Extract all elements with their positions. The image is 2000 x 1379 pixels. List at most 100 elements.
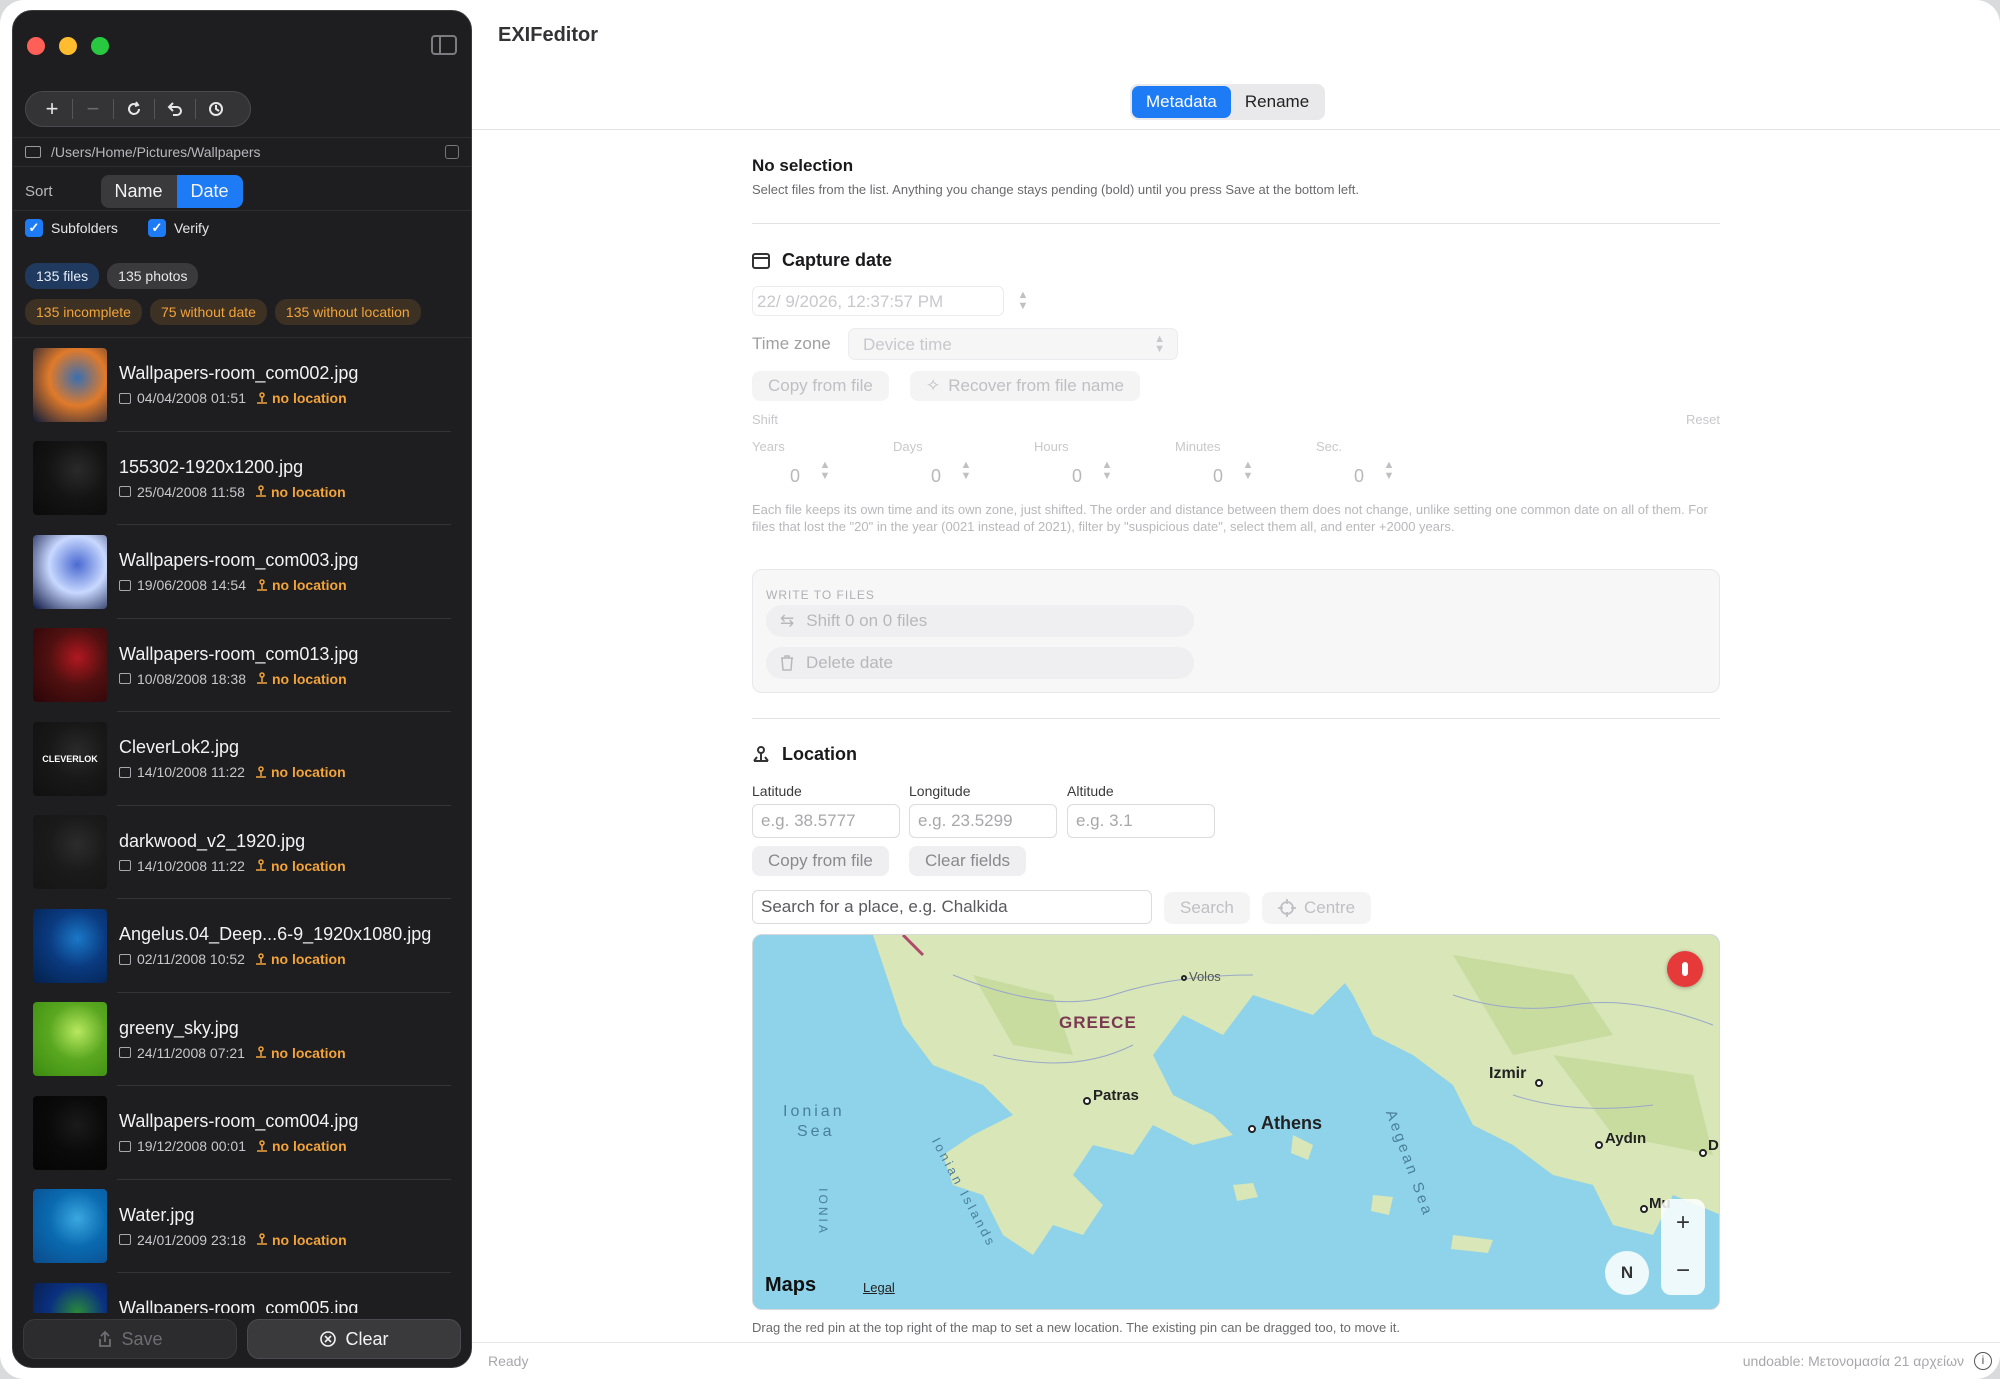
zoom-in-button[interactable]: + [1676,1209,1690,1237]
shift-field-value[interactable]: 0 [931,466,941,487]
files-count-chip[interactable]: 135 files [25,263,100,289]
shift-note: Each file keeps its own time and its own… [752,502,1708,534]
header-divider [472,129,2000,130]
save-button[interactable]: Save [23,1319,237,1359]
tab-rename[interactable]: Rename [1231,86,1323,118]
without-location-chip[interactable]: 135 without location [274,299,421,325]
add-icon[interactable]: + [32,94,72,124]
remove-icon[interactable]: − [73,94,113,124]
shift-stepper-icon[interactable]: ▲ ▼ [818,460,832,484]
location-pin-icon [255,485,266,497]
file-list-item[interactable]: Wallpapers-room_com003.jpg 19/06/2008 14:… [13,525,471,619]
altitude-field[interactable]: e.g. 3.1 [1067,804,1215,838]
shift-stepper-icon[interactable]: ▲ ▼ [1241,460,1255,484]
longitude-field[interactable]: e.g. 23.5299 [909,804,1057,838]
map-city-dot [1640,1205,1648,1213]
info-icon[interactable]: i [1974,1352,1992,1370]
file-date: 25/04/2008 11:58 [137,483,245,500]
shift-field-value[interactable]: 0 [790,466,800,487]
file-thumbnail: CLEVERLOK [33,721,107,796]
shift-field-label: Days [893,439,923,454]
calendar-icon [752,252,770,269]
zoom-window-button[interactable] [91,37,109,55]
new-location-pin-icon[interactable] [1667,951,1703,987]
recover-from-file-name-button[interactable]: ✧ Recover from file name [910,371,1140,401]
location-map[interactable]: Volos GREECE Patras Athens Izmir Aydın M… [752,934,1720,1310]
folder-path-bar: /Users/Home/Pictures/Wallpapers [13,137,471,167]
shift-stepper-icon[interactable]: ▲ ▼ [959,460,973,484]
shift-stepper-icon[interactable]: ▲ ▼ [1382,460,1396,484]
sort-label: Sort [25,183,53,200]
file-list-item[interactable]: darkwood_v2_1920.jpg 14/10/2008 11:22 no l… [13,806,471,900]
verify-label: Verify [173,220,209,236]
shift-field-value[interactable]: 0 [1213,466,1223,487]
date-copy-from-file-button[interactable]: Copy from file [752,371,889,401]
file-list-item[interactable]: Wallpapers-room_com002.jpg 04/04/2008 01:… [13,338,471,432]
file-name: Angelus.04_Deep...6-9_1920x1080.jpg [119,924,432,945]
shift-reset-button[interactable]: Reset [1686,412,1720,427]
shift-field-value[interactable]: 0 [1354,466,1364,487]
search-button[interactable]: Search [1164,892,1250,924]
refresh-icon[interactable] [114,94,154,124]
timezone-select[interactable]: Device time ▲ ▼ [848,328,1178,360]
clear-button[interactable]: Clear [247,1319,461,1359]
date-stepper-icon[interactable]: ▲ ▼ [1016,290,1030,314]
file-list-item[interactable]: 155302-1920x1200.jpg 25/04/2008 11:58 no l… [13,432,471,526]
altitude-label: Altitude [1067,783,1114,799]
undo-status-text: undoable: Μετονομασία 21 αρχείων [1742,1353,1964,1369]
latitude-field[interactable]: e.g. 38.5777 [752,804,900,838]
compass-icon[interactable]: N [1605,1251,1649,1295]
minimize-window-button[interactable] [59,37,77,55]
sort-by-name-button[interactable]: Name [101,175,177,208]
location-pin-icon [257,579,267,591]
incomplete-chip[interactable]: 135 incomplete [25,299,142,325]
shift-field-label: Years [752,439,785,454]
file-thumbnail [33,815,107,890]
file-list-item[interactable]: CLEVERLOK CleverLok2.jpg 14/10/2008 11:22 n… [13,712,471,806]
sort-by-date-button[interactable]: Date [176,175,243,208]
location-pin-icon [255,953,266,965]
map-legal-link[interactable]: Legal [863,1280,895,1295]
calendar-icon [119,1047,131,1059]
reveal-in-finder-icon[interactable] [445,145,459,159]
subfolders-checkbox[interactable]: ✓ [25,219,43,237]
delete-date-button[interactable]: Delete date [766,647,1194,679]
no-location-label: no location [272,390,347,407]
undo-icon[interactable] [155,94,195,124]
capture-date-heading: Capture date [752,250,892,271]
sidebar-toggle-icon[interactable] [431,35,457,55]
file-list-item[interactable]: greeny_sky.jpg 24/11/2008 07:21 no locatio… [13,993,471,1087]
shift-stepper-icon[interactable]: ▲ ▼ [1100,460,1114,484]
map-city-dot [1535,1079,1543,1087]
close-window-button[interactable] [27,37,45,55]
file-list-item[interactable]: Water.jpg 24/01/2009 23:18 no location [13,1180,471,1274]
location-copy-from-file-button[interactable]: Copy from file [752,846,889,876]
shift-field-value[interactable]: 0 [1072,466,1082,487]
map-city-dot [1248,1125,1256,1133]
file-date: 14/10/2008 11:22 [137,764,245,781]
file-thumbnail [33,1189,107,1264]
capture-date-field[interactable]: 22/ 9/2026, 12:37:57 PM [752,286,1004,316]
file-list-item[interactable]: Angelus.04_Deep...6-9_1920x1080.jpg 02/11… [13,899,471,993]
verify-checkbox[interactable]: ✓ [147,219,166,237]
history-icon[interactable] [196,94,236,124]
no-location-label: no location [272,1231,347,1248]
tab-metadata[interactable]: Metadata [1132,86,1231,118]
without-date-chip[interactable]: 75 without date [149,299,267,325]
photos-count-chip[interactable]: 135 photos [107,263,199,289]
file-info: 14/10/2008 11:22 no location [119,764,346,780]
file-list-item[interactable]: Wallpapers-room_com013.jpg 10/08/2008 18:… [13,619,471,713]
file-list-item[interactable]: Wallpapers-room_com005.jpg13/02/2009 04:… [13,1273,471,1317]
clear-circle-icon [320,1331,337,1347]
file-list-item[interactable]: Wallpapers-room_com004.jpg 19/12/2008 00:… [13,1086,471,1180]
place-search-input[interactable]: Search for a place, e.g. Chalkida [752,890,1152,924]
shift-files-button[interactable]: ⇆ Shift 0 on 0 files [766,605,1194,637]
clear-fields-button[interactable]: Clear fields [909,846,1027,876]
no-location-label: no location [272,577,347,594]
sort-segmented-control: Name Date [100,175,243,208]
no-location-badge: no location [255,951,346,967]
map-country-label: GREECE [1059,1013,1137,1032]
map-terrain [753,935,1719,1309]
centre-button[interactable]: Centre [1262,892,1372,924]
zoom-out-button[interactable]: − [1676,1257,1690,1285]
